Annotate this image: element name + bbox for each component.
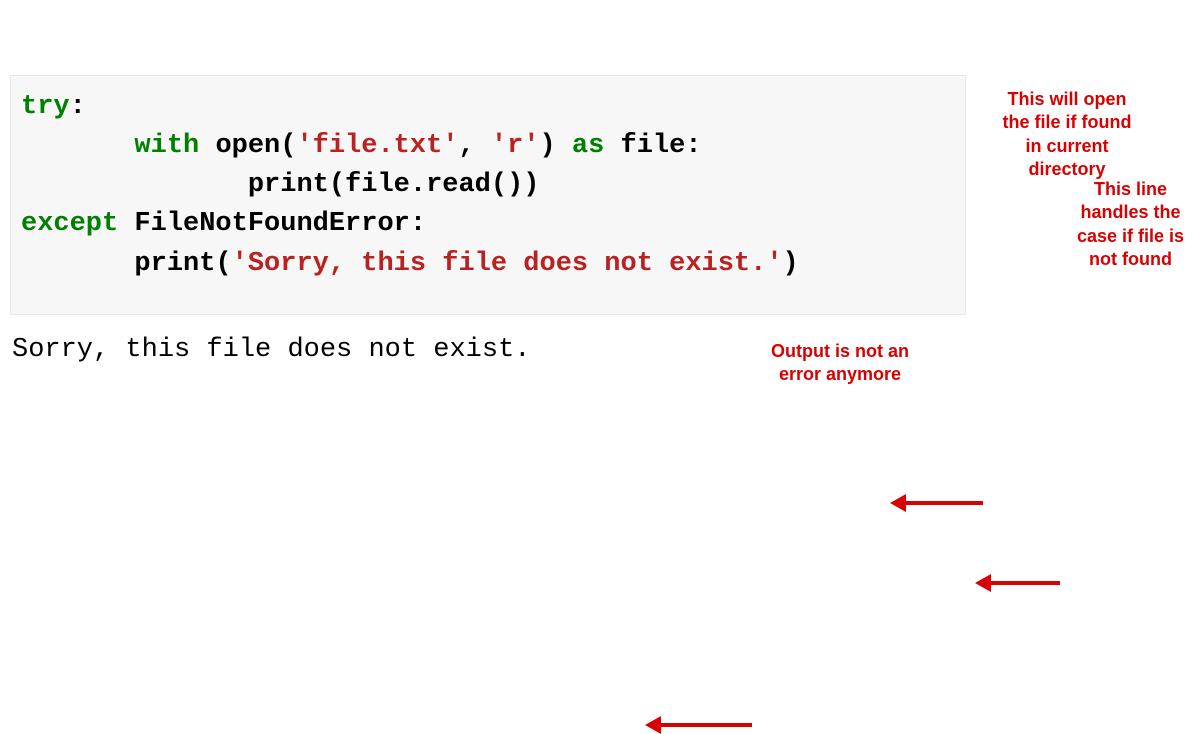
string-message: 'Sorry, this file does not exist.' — [232, 249, 783, 279]
annotation-except-handler: This line handles the case if file is no… — [1063, 178, 1198, 272]
paren-close: ) — [783, 249, 799, 279]
print-call: print( — [134, 249, 231, 279]
print-read: print(file.read()) — [248, 170, 540, 200]
keyword-try: try — [21, 92, 70, 122]
code-block: try: with open('file.txt', 'r') as file:… — [10, 75, 966, 315]
paren-close: ) — [540, 131, 556, 161]
space — [199, 131, 215, 161]
comma: , — [458, 131, 490, 161]
string-mode: 'r' — [491, 131, 540, 161]
var-file: file: — [621, 131, 702, 161]
string-filename: 'file.txt' — [296, 131, 458, 161]
exception-name: FileNotFoundError: — [134, 209, 426, 239]
keyword-except: except — [21, 209, 118, 239]
annotation-output: Output is not an error anymore — [755, 340, 925, 387]
indent — [21, 131, 134, 161]
fn-open: open( — [215, 131, 296, 161]
annotation-open-file: This will open the file if found in curr… — [987, 88, 1147, 182]
indent — [21, 249, 134, 279]
indent — [21, 170, 248, 200]
space — [118, 209, 134, 239]
keyword-as: as — [572, 131, 604, 161]
space — [604, 131, 620, 161]
colon: : — [70, 92, 86, 122]
keyword-with: with — [134, 131, 199, 161]
output-text: Sorry, this file does not exist. — [12, 335, 1200, 365]
space — [556, 131, 572, 161]
